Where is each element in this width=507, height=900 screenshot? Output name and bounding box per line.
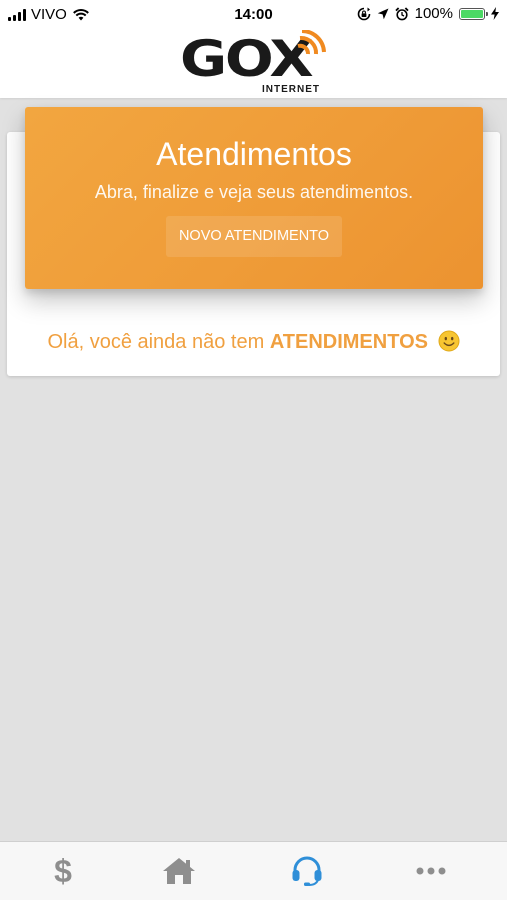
- battery-icon: [459, 7, 488, 20]
- hero-banner: Atendimentos Abra, finalize e veja seus …: [25, 107, 483, 289]
- smiley-icon: [438, 330, 460, 352]
- dollar-icon: $: [54, 852, 72, 889]
- logo-subtext: INTERNET: [262, 84, 320, 95]
- tab-more[interactable]: [368, 842, 494, 900]
- tab-bar: $: [0, 841, 507, 900]
- empty-state-highlight: ATENDIMENTOS: [269, 331, 428, 353]
- tab-support[interactable]: [244, 842, 370, 900]
- logo: GOX INTERNET: [178, 30, 330, 96]
- battery-percent: 100%: [414, 5, 453, 22]
- top-bar: VIVO 14:00 100% GOX INTERNET: [0, 0, 507, 98]
- tab-home[interactable]: [116, 842, 242, 900]
- new-ticket-button[interactable]: NOVO ATENDIMENTO: [166, 216, 342, 257]
- tab-financial[interactable]: $: [0, 842, 126, 900]
- hero-title: Atendimentos: [156, 136, 352, 172]
- status-right: 100%: [357, 5, 499, 22]
- empty-state-text: Olá, você ainda não tem: [47, 331, 265, 353]
- battery-level: [461, 9, 483, 18]
- alarm-icon: [394, 6, 409, 20]
- hero-subtitle: Abra, finalize e veja seus atendimentos.: [94, 182, 414, 202]
- rotation-lock-icon: [357, 7, 370, 20]
- home-icon: [163, 858, 195, 884]
- status-bar: VIVO 14:00 100%: [0, 0, 507, 28]
- more-icon: [416, 867, 446, 875]
- empty-state-message: Olá, você ainda não tem ATENDIMENTOS: [7, 330, 500, 354]
- signal-waves-icon: [297, 30, 326, 55]
- location-icon: [377, 8, 389, 19]
- headset-icon: [292, 856, 322, 886]
- charging-icon: [491, 7, 499, 20]
